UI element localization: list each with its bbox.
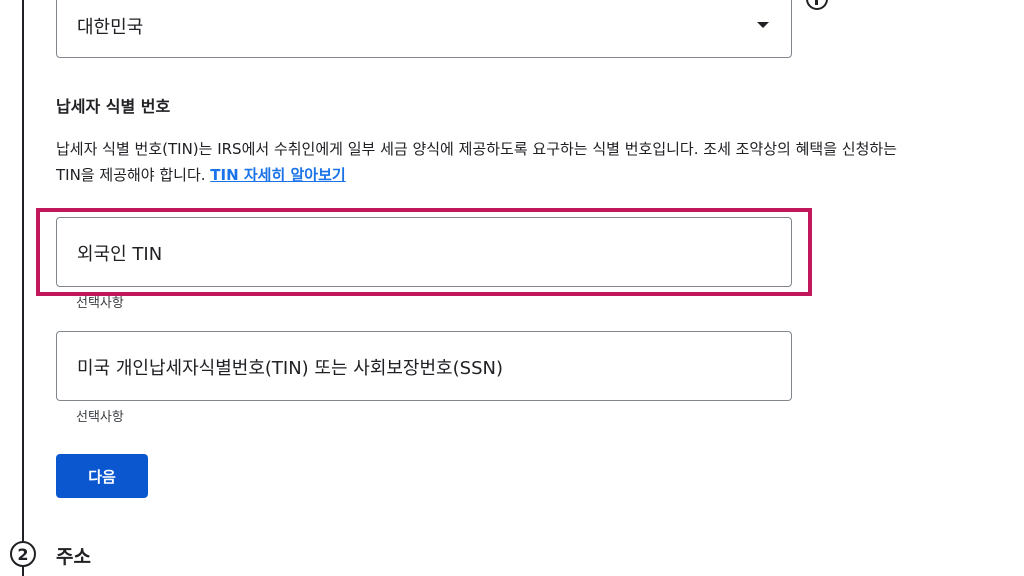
- step-address-label[interactable]: 주소: [56, 542, 91, 569]
- step-number-badge: 2: [10, 541, 36, 567]
- foreign-tin-helper: 선택사항: [76, 296, 124, 311]
- foreign-tin-placeholder: 외국인 TIN: [77, 244, 163, 265]
- tin-section-title: 납세자 식별 번호: [56, 97, 171, 116]
- info-icon[interactable]: [806, 0, 828, 10]
- foreign-tin-input[interactable]: 외국인 TIN: [56, 217, 792, 287]
- country-select-value: 대한민국: [77, 17, 144, 38]
- tin-description: 납세자 식별 번호(TIN)는 IRS에서 수취인에게 일부 세금 양식에 제공…: [56, 136, 1024, 188]
- country-select[interactable]: 대한민국: [56, 0, 792, 58]
- tin-description-line2: TIN을 제공해야 합니다.: [56, 166, 206, 184]
- next-button[interactable]: 다음: [56, 454, 148, 498]
- chevron-down-icon: [757, 22, 769, 28]
- us-tin-placeholder: 미국 개인납세자식별번호(TIN) 또는 사회보장번호(SSN): [77, 358, 503, 379]
- tin-description-line1: 납세자 식별 번호(TIN)는 IRS에서 수취인에게 일부 세금 양식에 제공…: [56, 140, 897, 158]
- us-tin-input[interactable]: 미국 개인납세자식별번호(TIN) 또는 사회보장번호(SSN): [56, 331, 792, 401]
- tin-description-line2-wrap: TIN을 제공해야 합니다. TIN 자세히 알아보기: [56, 162, 1024, 188]
- stepper-line: [22, 0, 24, 576]
- tin-learn-more-link[interactable]: TIN 자세히 알아보기: [210, 166, 345, 184]
- us-tin-helper: 선택사항: [76, 410, 124, 425]
- tax-info-form: 대한민국 납세자 식별 번호 납세자 식별 번호(TIN)는 IRS에서 수취인…: [0, 0, 1024, 576]
